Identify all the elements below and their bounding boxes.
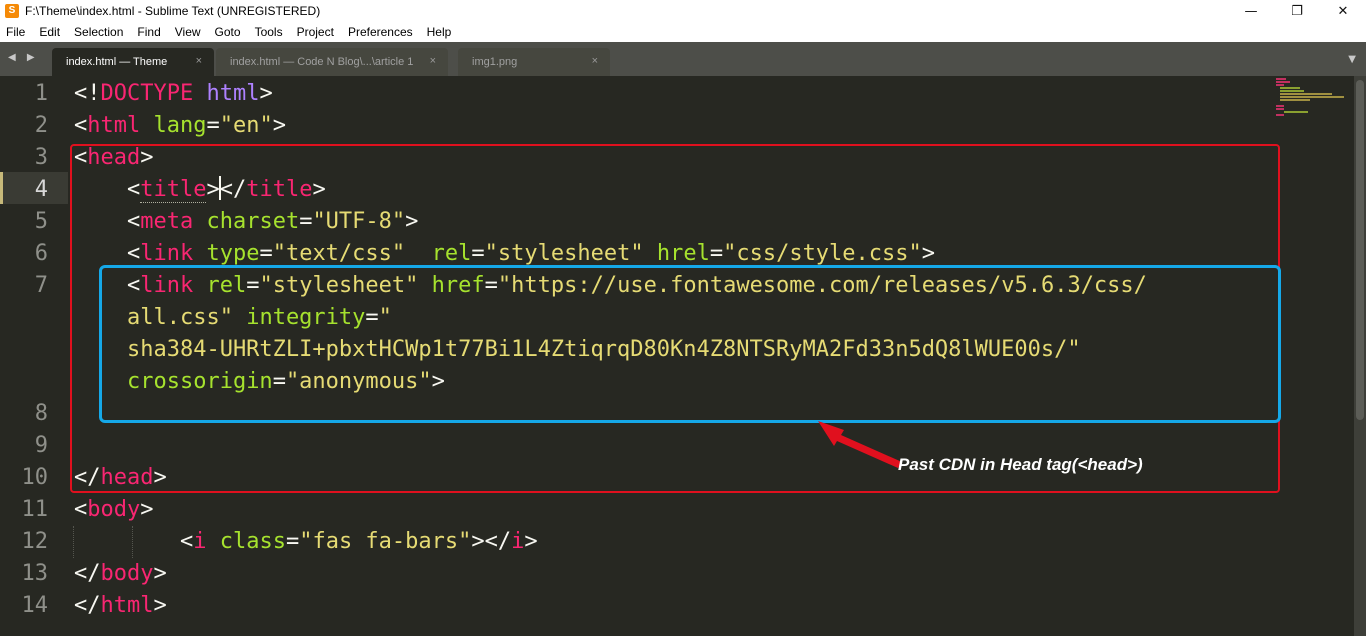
tab-close-icon[interactable]: × — [592, 55, 598, 67]
code-token: > — [140, 497, 154, 522]
code-token: > — [272, 113, 286, 138]
line-number: 13 — [21, 561, 49, 586]
tab-label: index.html — Code N Blog\...\article 1 — [230, 56, 414, 68]
tab-img1[interactable]: img1.png × — [458, 48, 610, 76]
cdn-highlight-box — [99, 265, 1281, 423]
tab-label: img1.png — [472, 56, 518, 68]
code-token: < — [74, 113, 88, 138]
line-number: 11 — [21, 497, 49, 522]
code-token: = — [206, 113, 220, 138]
code-token: "en" — [219, 113, 273, 138]
code-token: = — [285, 529, 300, 554]
line-number-gutter: 1 2 3 4 5 6 7 8 9 10 11 12 13 14 — [0, 76, 68, 636]
tab-nav-arrows-icon[interactable]: ◀ ▶ — [8, 52, 39, 63]
code-token: ></ — [471, 529, 512, 554]
code-token: > — [153, 593, 167, 618]
code-token: > — [259, 81, 273, 106]
code-token: html — [87, 113, 141, 138]
line-number: 7 — [34, 273, 48, 298]
line-number: 12 — [21, 529, 49, 554]
title-bar: S F:\Theme\index.html - Sublime Text (UN… — [0, 0, 1366, 22]
code-token: > — [153, 561, 167, 586]
code-line: <body> — [74, 494, 153, 526]
line-number: 14 — [21, 593, 49, 618]
code-token: i — [193, 529, 207, 554]
sublime-text-icon: S — [5, 4, 19, 18]
line-number: 4 — [34, 177, 48, 202]
code-line: <i class="fas fa-bars"></i> — [74, 526, 538, 558]
line-number: 3 — [34, 145, 48, 170]
code-token: </ — [74, 561, 101, 586]
code-token: html — [206, 81, 260, 106]
window-title: F:\Theme\index.html - Sublime Text (UNRE… — [25, 4, 321, 18]
arrow-shape — [818, 421, 902, 468]
tab-list-dropdown-icon[interactable]: ▼ — [1348, 54, 1356, 65]
menu-selection[interactable]: Selection — [67, 25, 130, 39]
menu-find[interactable]: Find — [130, 25, 167, 39]
menu-help[interactable]: Help — [420, 25, 459, 39]
menu-preferences[interactable]: Preferences — [341, 25, 420, 39]
line-number: 8 — [34, 401, 48, 426]
code-token: i — [511, 529, 525, 554]
line-number: 2 — [34, 113, 48, 138]
code-token: "fas fa-bars" — [299, 529, 472, 554]
line-number: 10 — [21, 465, 49, 490]
menu-goto[interactable]: Goto — [208, 25, 248, 39]
minimap[interactable] — [1272, 76, 1352, 126]
code-token: body — [87, 497, 141, 522]
line-number: 5 — [34, 209, 48, 234]
code-token: lang — [153, 113, 207, 138]
menu-project[interactable]: Project — [290, 25, 341, 39]
line-number: 6 — [34, 241, 48, 266]
code-token: body — [100, 561, 154, 586]
code-line: <!DOCTYPE html> — [74, 78, 273, 110]
minimize-button[interactable]: — — [1228, 0, 1274, 22]
menu-edit[interactable]: Edit — [32, 25, 67, 39]
maximize-button[interactable]: ❐ — [1274, 0, 1320, 22]
menu-tools[interactable]: Tools — [248, 25, 290, 39]
code-editor[interactable]: 1 2 3 4 5 6 7 8 9 10 11 12 13 14 <!DOCTY… — [0, 76, 1366, 636]
menu-view[interactable]: View — [168, 25, 208, 39]
tab-close-icon[interactable]: × — [430, 55, 436, 67]
code-token: </ — [74, 593, 101, 618]
scrollbar-thumb[interactable] — [1356, 80, 1364, 420]
menu-file[interactable]: File — [0, 25, 32, 39]
code-token: < — [74, 529, 194, 554]
tab-label: index.html — Theme — [66, 56, 168, 68]
window-controls: — ❐ ✕ — [1228, 0, 1366, 22]
tab-index-theme[interactable]: index.html — Theme × — [52, 48, 214, 76]
code-line: </body> — [74, 558, 167, 590]
code-token: > — [524, 529, 538, 554]
annotation-text: Past CDN in Head tag(<head>) — [898, 455, 1143, 474]
code-token: html — [100, 593, 154, 618]
tab-close-icon[interactable]: × — [196, 55, 202, 67]
code-line: </html> — [74, 590, 167, 622]
arrow-icon — [818, 421, 902, 468]
line-number: 9 — [34, 433, 48, 458]
vertical-scrollbar[interactable] — [1354, 76, 1366, 636]
close-button[interactable]: ✕ — [1320, 0, 1366, 22]
code-token: <! — [74, 81, 101, 106]
code-token: class — [219, 529, 286, 554]
menu-bar: File Edit Selection Find View Goto Tools… — [0, 22, 1366, 42]
line-number: 1 — [34, 81, 48, 106]
code-line: <html lang="en"> — [74, 110, 286, 142]
tab-bar: ◀ ▶ index.html — Theme × index.html — Co… — [0, 42, 1366, 76]
code-token: DOCTYPE — [100, 81, 194, 106]
code-token: < — [74, 497, 88, 522]
tab-index-codenblog[interactable]: index.html — Code N Blog\...\article 1 × — [216, 48, 448, 76]
